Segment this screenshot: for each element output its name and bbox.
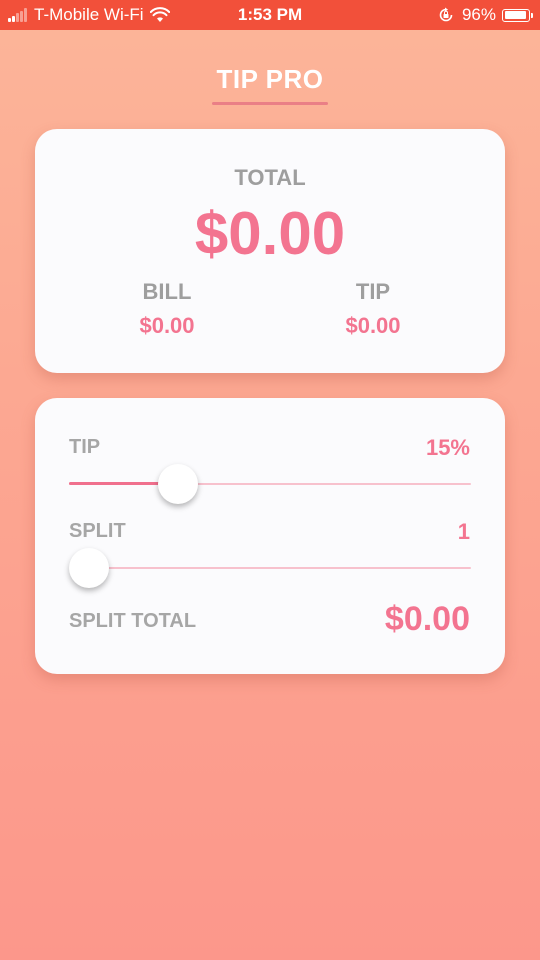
title-underline xyxy=(212,102,328,105)
split-total-value: $0.00 xyxy=(384,600,470,638)
split-slider-thumb[interactable] xyxy=(69,548,109,588)
split-label: SPLIT xyxy=(69,520,126,542)
split-slider-track[interactable] xyxy=(69,567,471,569)
bill-label: BILL xyxy=(142,279,192,304)
tip-percent-value: 15% xyxy=(425,435,470,460)
status-bar: T-Mobile Wi-Fi 1:53 PM 96% xyxy=(0,0,540,30)
tip-amount-value: $0.00 xyxy=(345,313,401,338)
split-total-label: SPLIT TOTAL xyxy=(69,610,197,632)
total-label: TOTAL xyxy=(234,165,306,190)
battery-fill xyxy=(504,11,526,19)
app-title: TIP PRO xyxy=(216,64,324,94)
bill-value[interactable]: $0.00 xyxy=(87,313,247,339)
orientation-lock-icon xyxy=(439,7,453,22)
tip-percent-label: TIP xyxy=(69,436,101,458)
total-value: $0.00 xyxy=(194,200,346,267)
battery-icon xyxy=(502,8,533,22)
tip-amount-label: TIP xyxy=(355,279,391,304)
split-value: 1 xyxy=(457,519,470,544)
status-right: 96% xyxy=(438,5,533,25)
controls-card: TIP 15% SPLIT 1 SPLIT TOTAL $0.00 xyxy=(35,398,505,674)
tip-slider[interactable] xyxy=(69,464,471,504)
tip-slider-thumb[interactable] xyxy=(158,464,198,504)
battery-nub xyxy=(531,12,533,18)
split-slider[interactable] xyxy=(69,548,471,588)
battery-percent: 96% xyxy=(461,5,496,24)
totals-card: TOTAL $0.00 BILL $0.00 TIP $0.00 xyxy=(35,129,505,373)
